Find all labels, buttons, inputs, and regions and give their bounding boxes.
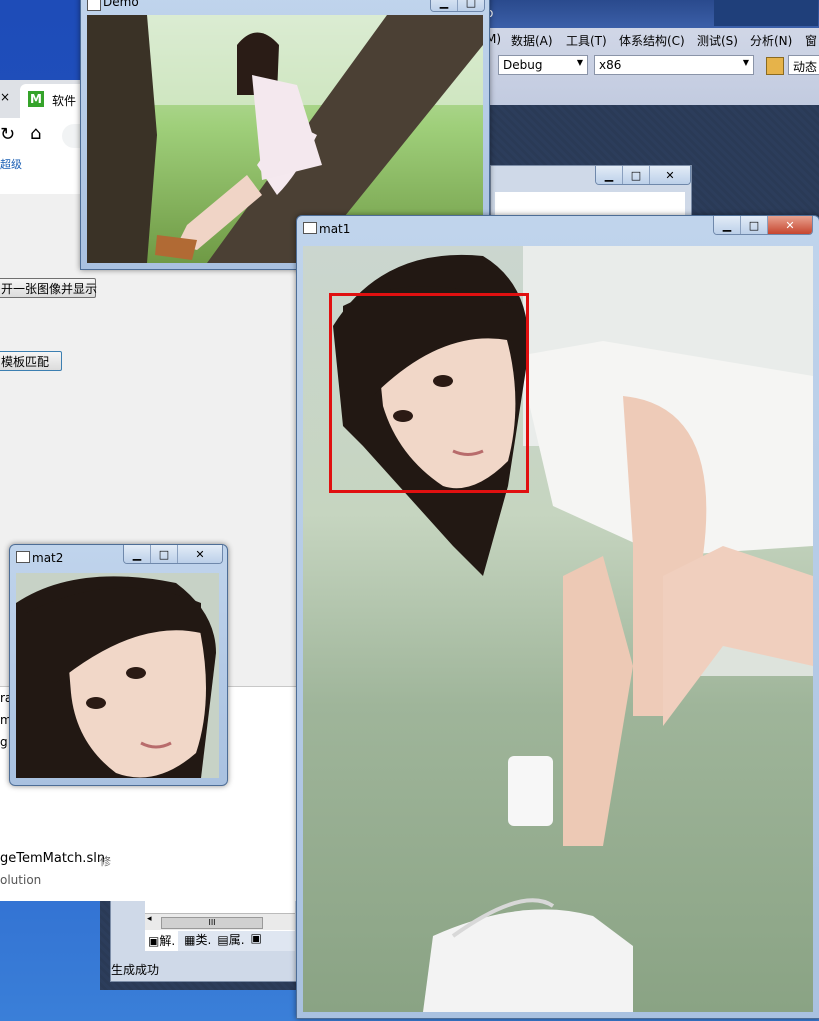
minimize-icon[interactable]: ▁ xyxy=(431,0,457,11)
platform-value: x86 xyxy=(599,58,622,72)
tab-solution[interactable]: ▣解. xyxy=(145,931,179,951)
window-icon xyxy=(87,0,101,11)
minimize-icon[interactable]: ▁ xyxy=(714,216,740,234)
chevron-down-icon: ▼ xyxy=(742,58,749,67)
find-icon[interactable] xyxy=(766,57,784,75)
template-match-button[interactable]: 模板匹配 xyxy=(0,351,62,371)
tab-class[interactable]: ▦类. xyxy=(184,931,211,951)
bookmark-item[interactable]: 超级 xyxy=(0,156,22,172)
configuration-combo[interactable]: Debug ▼ xyxy=(498,55,588,75)
mat2-window-title: mat2 xyxy=(32,551,64,565)
configuration-value: Debug xyxy=(503,58,543,72)
menu-item-tools[interactable]: 工具(T) xyxy=(566,32,607,49)
mat2-window-controls[interactable]: ▁ □ ✕ xyxy=(123,545,223,564)
vs-window-controls[interactable] xyxy=(714,0,818,26)
close-tab-icon[interactable]: × xyxy=(0,90,10,104)
menu-item-architecture[interactable]: 体系结构(C) xyxy=(619,32,685,49)
maximize-icon[interactable]: □ xyxy=(740,216,767,234)
maximize-icon[interactable]: □ xyxy=(150,545,177,563)
horizontal-scrollbar[interactable]: ◂ III xyxy=(145,913,295,930)
tab-label: 软件 xyxy=(52,94,77,108)
dynamic-combo[interactable]: 动态 xyxy=(788,55,819,75)
tab-favicon: M xyxy=(28,91,44,107)
tab-more[interactable]: ▣ xyxy=(251,931,262,951)
window-icon xyxy=(303,222,317,234)
menu-item-window[interactable]: 窗 xyxy=(805,32,817,49)
menu-item-data[interactable]: 数据(A) xyxy=(511,32,553,49)
close-icon[interactable]: ✕ xyxy=(177,545,222,563)
mat2-window: mat2 ▁ □ ✕ xyxy=(9,544,228,786)
demo-window-controls[interactable]: ▁ □ xyxy=(430,0,485,12)
mat1-window: mat1 ▁ □ ✕ xyxy=(296,215,819,1019)
mat1-image xyxy=(303,246,813,1012)
solution-file-name[interactable]: geTemMatch.sln xyxy=(0,851,105,866)
tab-property[interactable]: ▤属. xyxy=(217,931,244,951)
match-rectangle xyxy=(329,293,529,493)
floating-window-controls[interactable]: ▁ □ ✕ xyxy=(595,166,691,185)
platform-combo[interactable]: x86 ▼ xyxy=(594,55,754,75)
mat1-window-title: mat1 xyxy=(319,222,351,236)
home-icon[interactable]: ⌂ xyxy=(30,123,41,144)
minimize-icon[interactable]: ▁ xyxy=(124,545,150,563)
scroll-left-icon[interactable]: ◂ xyxy=(147,914,152,924)
maximize-icon[interactable]: □ xyxy=(622,166,649,184)
minimize-icon[interactable]: ▁ xyxy=(596,166,622,184)
scroll-thumb[interactable]: III xyxy=(161,917,263,929)
mat2-photo xyxy=(16,573,219,778)
chevron-down-icon: ▼ xyxy=(576,58,583,67)
solution-file-suffix: 修 xyxy=(100,855,111,868)
reload-icon[interactable]: ↻ xyxy=(0,124,15,145)
close-icon[interactable]: ✕ xyxy=(649,166,690,184)
close-icon[interactable]: ✕ xyxy=(767,216,812,234)
maximize-icon[interactable]: □ xyxy=(457,0,484,11)
mat2-image xyxy=(16,573,219,778)
dynamic-value: 动态 xyxy=(793,60,818,74)
menu-item-test[interactable]: 测试(S) xyxy=(697,32,738,49)
menu-item-analyze[interactable]: 分析(N) xyxy=(750,32,792,49)
window-icon xyxy=(16,551,30,563)
solution-subtitle: olution xyxy=(0,873,42,887)
mat1-window-controls[interactable]: ▁ □ ✕ xyxy=(713,216,813,235)
open-image-button[interactable]: 开一张图像并显示 xyxy=(0,278,97,298)
status-text: 生成成功 xyxy=(111,963,160,977)
side-snippet: g xyxy=(0,735,8,749)
solution-tab-strip: ▣解. ▦类. ▤属. ▣ xyxy=(145,931,295,951)
demo-window-title: Demo xyxy=(103,0,139,9)
